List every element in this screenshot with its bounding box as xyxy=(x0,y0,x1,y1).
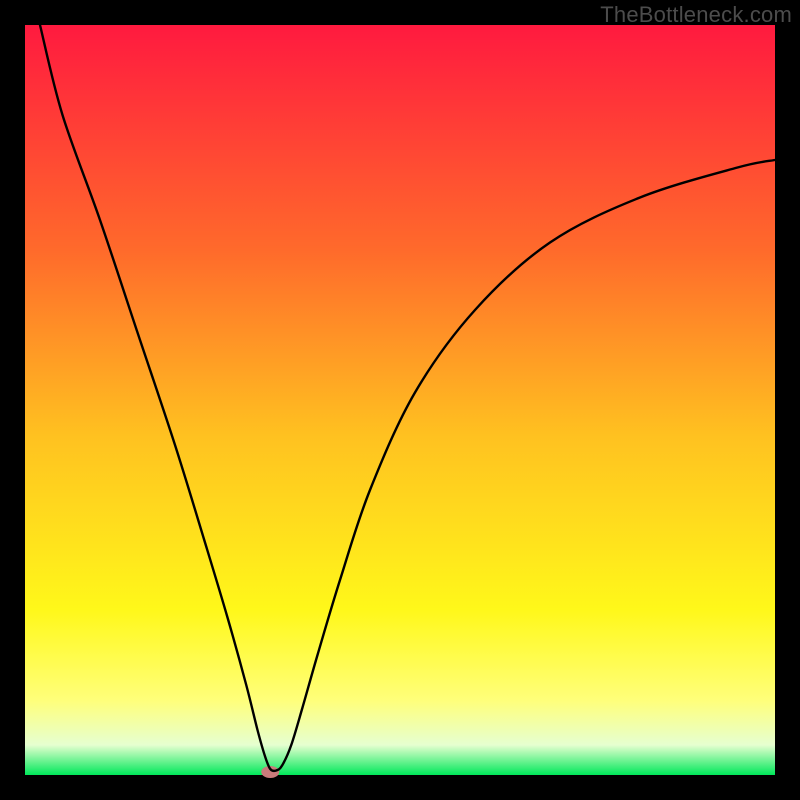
bottleneck-chart xyxy=(0,0,800,800)
watermark-label: TheBottleneck.com xyxy=(600,2,792,28)
chart-frame: TheBottleneck.com xyxy=(0,0,800,800)
plot-background xyxy=(25,25,775,775)
